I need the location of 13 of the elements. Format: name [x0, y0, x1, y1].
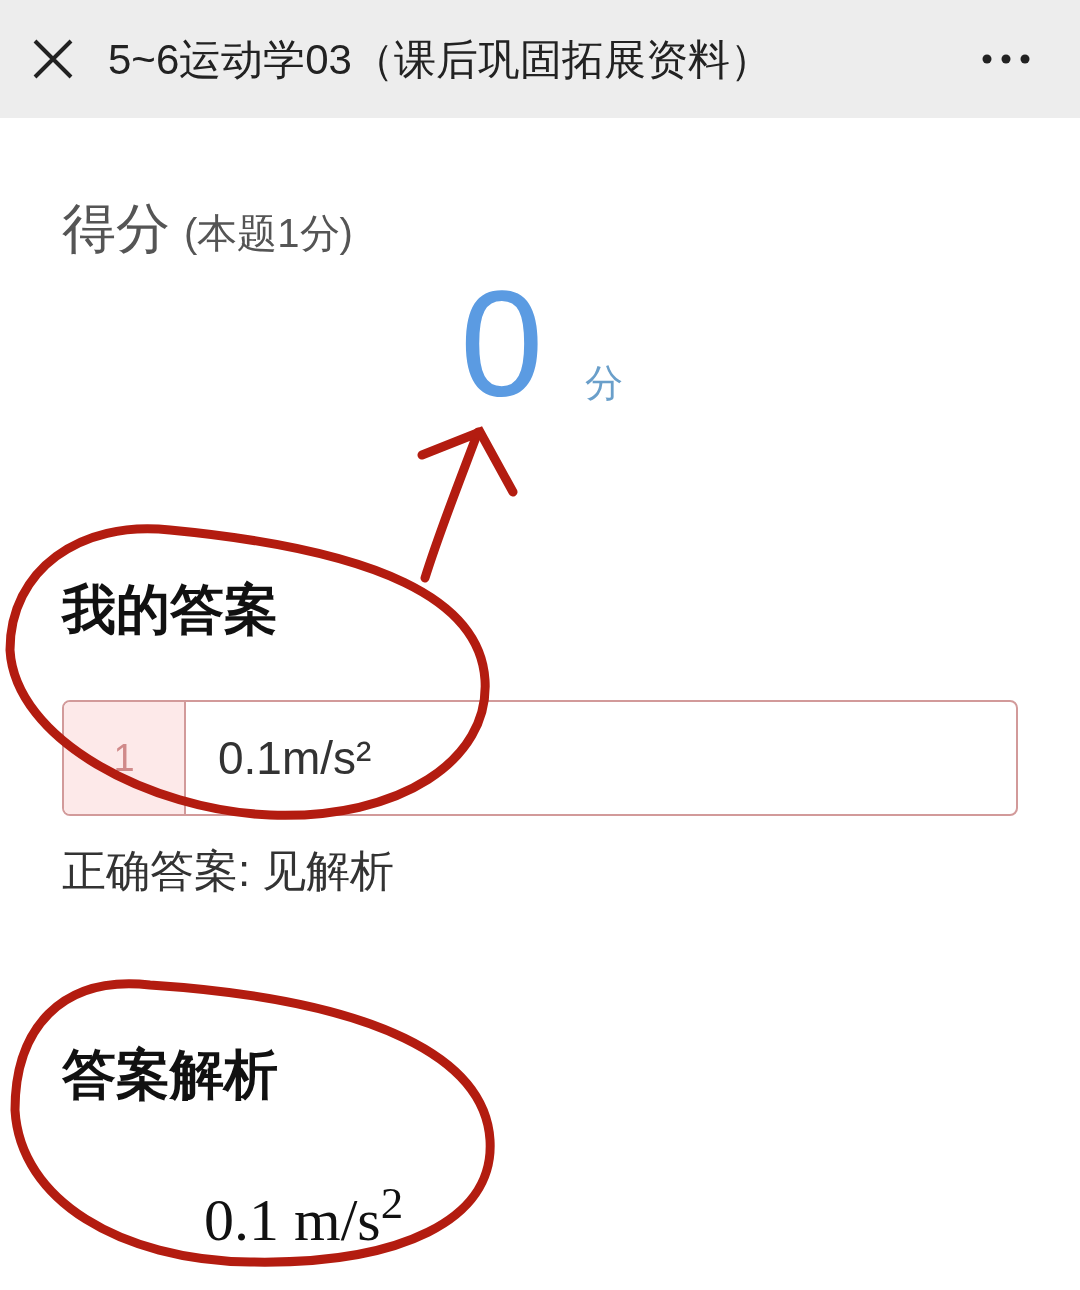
section-heading: 答案解析: [62, 1043, 279, 1106]
score-unit: 分: [585, 361, 624, 406]
answer-value: 0.1m/s²: [217, 730, 372, 786]
page-title: 5~6运动学03（课后巩固拓展资料）: [108, 34, 772, 85]
more-icon[interactable]: [982, 54, 1030, 64]
score-note: (本题1分): [184, 210, 353, 257]
analysis-text: 0.1 m/s$^{2}$: [204, 1176, 405, 1255]
score-value: 0: [460, 269, 544, 419]
close-icon[interactable]: [32, 38, 74, 80]
blank-number: 1: [64, 702, 186, 814]
correct-answer-text: 正确答案: 见解析: [62, 845, 396, 897]
score-label: 得分: [62, 197, 170, 260]
section-heading: 我的答案: [62, 578, 279, 641]
